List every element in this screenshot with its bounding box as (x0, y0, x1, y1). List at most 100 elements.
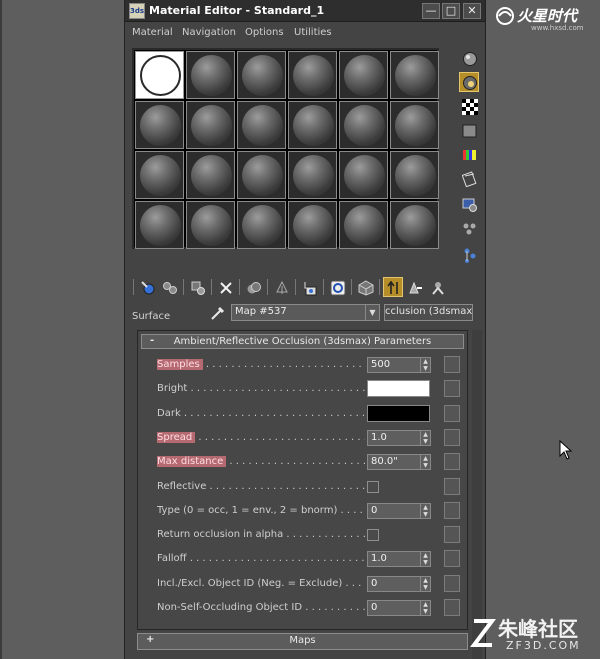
material-sample-slot[interactable] (288, 51, 337, 99)
options-icon[interactable] (459, 194, 479, 214)
material-sample-slot[interactable] (186, 51, 235, 99)
material-sample-slot[interactable] (390, 51, 439, 99)
material-sample-slot[interactable] (135, 151, 184, 199)
assign-to-selection-icon[interactable] (187, 277, 207, 297)
spinner-arrows-icon[interactable]: ▲ ▼ (420, 577, 430, 591)
make-copy-icon[interactable] (243, 277, 263, 297)
make-preview-icon[interactable] (459, 168, 479, 188)
maps-rollout-header[interactable]: Maps + (137, 633, 468, 650)
param-spinner[interactable]: 500 ▲ ▼ (367, 357, 431, 373)
material-sample-slot[interactable] (186, 101, 235, 149)
material-sample-slot[interactable] (288, 201, 337, 249)
material-sample-slot[interactable] (339, 151, 388, 199)
map-name-dropdown[interactable]: Map #537 ▼ (231, 304, 380, 321)
param-spinner[interactable]: 1.0 ▲ ▼ (367, 551, 431, 567)
material-map-navigator-icon[interactable] (459, 244, 479, 264)
show-map-in-viewport-icon[interactable] (355, 277, 375, 297)
material-sample-slot[interactable] (237, 151, 286, 199)
video-color-check-icon[interactable] (459, 144, 479, 164)
watermark-zf3d-url: ZF3D.COM (506, 639, 581, 652)
spinner-value[interactable]: 1.0 (371, 432, 387, 443)
param-map-button[interactable] (444, 356, 460, 373)
material-sample-slot[interactable] (186, 201, 235, 249)
material-sample-slot[interactable] (288, 151, 337, 199)
param-map-button[interactable] (444, 502, 460, 519)
param-map-button[interactable] (444, 429, 460, 446)
material-sample-slot[interactable] (390, 151, 439, 199)
param-checkbox[interactable] (367, 481, 379, 493)
param-map-button[interactable] (444, 599, 460, 616)
make-unique-icon[interactable] (271, 277, 291, 297)
minimize-button[interactable]: — (422, 3, 440, 19)
spinner-value[interactable]: 0 (371, 602, 377, 613)
material-sample-slot[interactable] (237, 101, 286, 149)
get-material-icon[interactable] (137, 277, 157, 297)
go-forward-to-sibling-icon[interactable] (427, 277, 447, 297)
param-spinner[interactable]: 80.0" ▲ ▼ (367, 454, 431, 470)
spinner-value[interactable]: 1.0 (371, 553, 387, 564)
material-sample-slot[interactable] (390, 101, 439, 149)
param-map-button[interactable] (444, 526, 460, 543)
spinner-value[interactable]: 500 (371, 359, 390, 370)
material-sample-slot[interactable] (339, 51, 388, 99)
sample-uv-tiling-icon[interactable] (459, 120, 479, 140)
color-swatch[interactable] (367, 405, 430, 422)
param-map-button[interactable] (444, 478, 460, 495)
eyedropper-picker-icon[interactable] (209, 304, 227, 322)
spinner-value[interactable]: 0 (371, 578, 377, 589)
material-sample-slot[interactable] (288, 101, 337, 149)
put-to-scene-icon[interactable] (159, 277, 179, 297)
menu-utilities[interactable]: Utilities (294, 27, 332, 38)
param-map-button[interactable] (444, 405, 460, 422)
map-type-button[interactable]: cclusion (3dsmax) (384, 304, 473, 321)
material-sample-slot[interactable] (339, 101, 388, 149)
material-sample-slot[interactable] (237, 51, 286, 99)
spinner-arrows-icon[interactable]: ▲ ▼ (420, 552, 430, 566)
material-sample-slot[interactable] (390, 201, 439, 249)
menu-options[interactable]: Options (245, 27, 284, 38)
toolbar-separator (183, 279, 184, 295)
material-toolbar (131, 277, 481, 299)
chevron-down-icon[interactable]: ▼ (365, 305, 379, 320)
param-map-button[interactable] (444, 550, 460, 567)
go-to-parent-icon[interactable] (405, 277, 425, 297)
material-sample-slot[interactable] (135, 201, 184, 249)
color-swatch[interactable] (367, 380, 430, 397)
spinner-arrows-icon[interactable]: ▲ ▼ (420, 358, 430, 372)
menu-navigation[interactable]: Navigation (182, 27, 236, 38)
sample-type-sphere-icon[interactable] (459, 48, 479, 68)
title-bar[interactable]: 3ds Material Editor - Standard_1 — □ ✕ (125, 0, 485, 22)
material-sample-slot[interactable] (339, 201, 388, 249)
param-spinner[interactable]: 0 ▲ ▼ (367, 503, 431, 519)
param-checkbox[interactable] (367, 529, 379, 541)
param-spinner[interactable]: 0 ▲ ▼ (367, 600, 431, 616)
show-end-result-icon[interactable] (383, 277, 403, 297)
backlight-icon[interactable] (459, 72, 479, 92)
material-sample-slot[interactable] (135, 101, 184, 149)
param-spinner[interactable]: 1.0 ▲ ▼ (367, 430, 431, 446)
material-sample-slot[interactable] (135, 51, 184, 99)
spinner-arrows-icon[interactable]: ▲ ▼ (420, 601, 430, 615)
reset-map-icon[interactable] (215, 277, 235, 297)
menu-material[interactable]: Material (132, 27, 173, 38)
spinner-value[interactable]: 80.0" (371, 456, 398, 467)
background-checker-icon[interactable] (459, 96, 479, 116)
param-map-button[interactable] (444, 380, 460, 397)
param-name: Dark (157, 408, 181, 419)
select-by-material-icon[interactable] (459, 218, 479, 238)
panel-scrollbar[interactable] (472, 330, 482, 659)
spinner-arrows-icon[interactable]: ▲ ▼ (420, 504, 430, 518)
param-map-button[interactable] (444, 453, 460, 470)
rollout-header[interactable]: Ambient/Reflective Occlusion (3dsmax) Pa… (141, 334, 464, 349)
spinner-arrows-icon[interactable]: ▲ ▼ (420, 431, 430, 445)
param-map-button[interactable] (444, 575, 460, 592)
spinner-arrows-icon[interactable]: ▲ ▼ (420, 455, 430, 469)
maximize-button[interactable]: □ (442, 3, 460, 19)
param-spinner[interactable]: 0 ▲ ▼ (367, 576, 431, 592)
close-button[interactable]: ✕ (463, 3, 481, 19)
material-sample-slot[interactable] (237, 201, 286, 249)
material-sample-slot[interactable] (186, 151, 235, 199)
put-to-library-icon[interactable] (299, 277, 319, 297)
material-id-channel-icon[interactable] (327, 277, 347, 297)
spinner-value[interactable]: 0 (371, 505, 377, 516)
